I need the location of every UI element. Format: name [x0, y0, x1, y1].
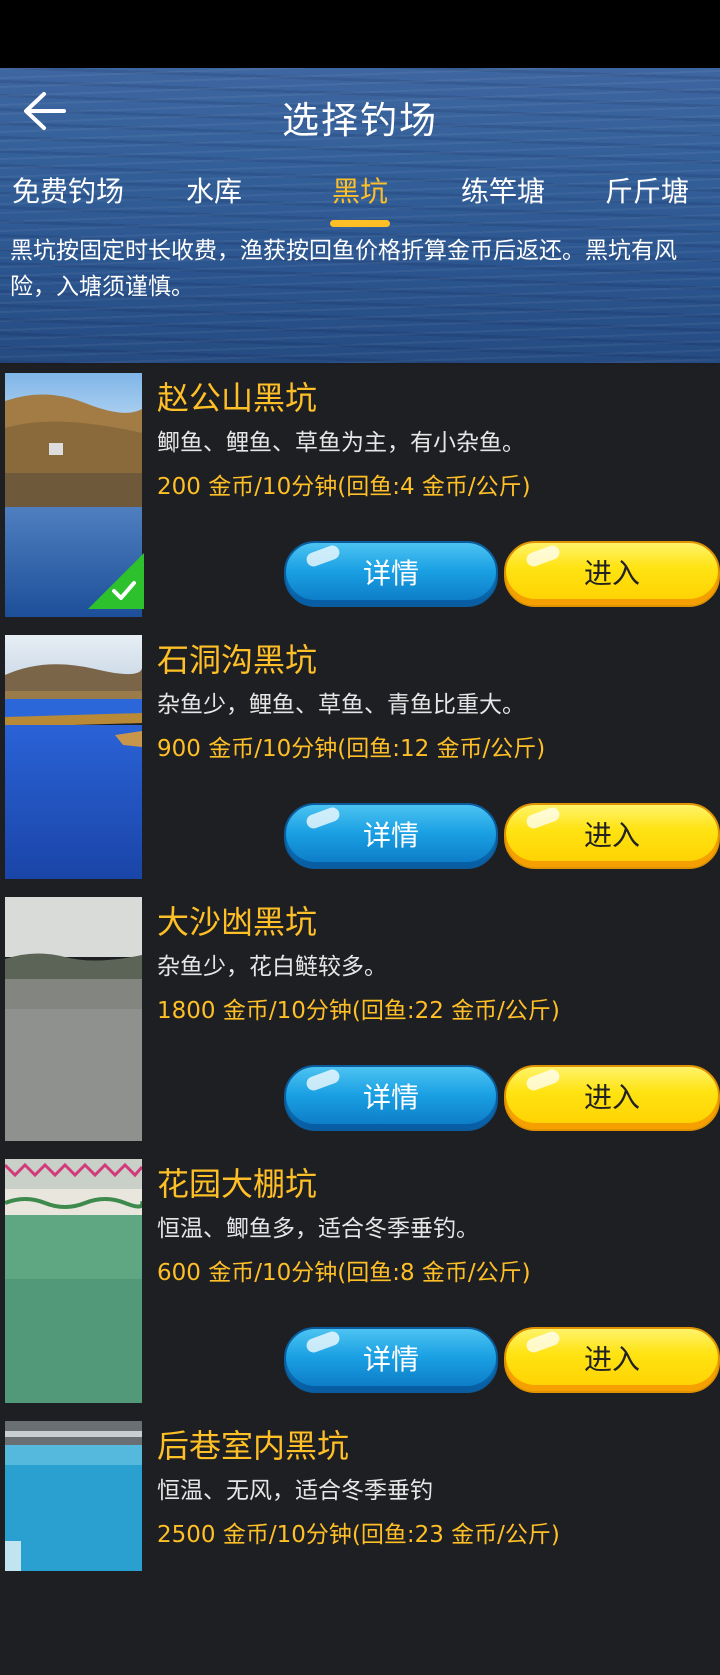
pond-description: 杂鱼少，花白鲢较多。 [157, 954, 387, 980]
pond-name: 大沙凼黑坑 [157, 903, 318, 941]
pond-card[interactable]: 赵公山黑坑 鲫鱼、鲤鱼、草鱼为主，有小杂鱼。 200 金币/10分钟(回鱼:4 … [0, 365, 720, 629]
tab-free-spots[interactable]: 免费钓场 [12, 170, 124, 210]
pond-name: 花园大棚坑 [157, 1165, 318, 1203]
pond-price: 900 金币/10分钟(回鱼:12 金币/公斤) [157, 736, 546, 762]
enter-button-label: 进入 [583, 819, 640, 852]
detail-button-label: 详情 [362, 1343, 419, 1376]
pond-price: 1800 金币/10分钟(回鱼:22 金币/公斤) [157, 998, 560, 1024]
enter-button[interactable]: 进入 [504, 541, 720, 607]
enter-button[interactable]: 进入 [504, 1065, 720, 1131]
detail-button-label: 详情 [362, 819, 419, 852]
pond-thumbnail [5, 1421, 142, 1571]
detail-button-label: 详情 [362, 1081, 419, 1114]
pond-card[interactable]: 后巷室内黑坑 恒温、无风，适合冬季垂钓 2500 金币/10分钟(回鱼:23 金… [0, 1413, 720, 1675]
pond-name: 石洞沟黑坑 [157, 641, 318, 679]
pond-name: 后巷室内黑坑 [157, 1427, 350, 1465]
active-tab-indicator [330, 220, 390, 227]
pond-thumbnail [5, 1159, 142, 1403]
pond-card[interactable]: 大沙凼黑坑 杂鱼少，花白鲢较多。 1800 金币/10分钟(回鱼:22 金币/公… [0, 889, 720, 1153]
status-bar [0, 0, 720, 68]
header: 选择钓场 免费钓场 水库 黑坑 练竿塘 斤斤塘 黑坑按固定时长收费，渔获按回鱼价… [0, 68, 720, 363]
tab-reservoir[interactable]: 水库 [186, 170, 242, 210]
enter-button-label: 进入 [583, 557, 640, 590]
page-title: 选择钓场 [282, 99, 438, 142]
detail-button[interactable]: 详情 [284, 541, 498, 607]
detail-button[interactable]: 详情 [284, 1327, 498, 1393]
selected-check-icon [88, 553, 144, 609]
pond-description: 恒温、鲫鱼多，适合冬季垂钓。 [157, 1216, 479, 1242]
notice-text: 黑坑按固定时长收费，渔获按回鱼价格折算金币后返还。黑坑有风险，入塘须谨慎。 [10, 238, 677, 300]
tab-practice-pond[interactable]: 练竿塘 [461, 170, 545, 210]
tab-black-pit[interactable]: 黑坑 [332, 170, 388, 210]
pond-card[interactable]: 石洞沟黑坑 杂鱼少，鲤鱼、草鱼、青鱼比重大。 900 金币/10分钟(回鱼:12… [0, 627, 720, 891]
detail-button-label: 详情 [362, 557, 419, 590]
pond-description: 鲫鱼、鲤鱼、草鱼为主，有小杂鱼。 [157, 430, 525, 456]
pond-description: 杂鱼少，鲤鱼、草鱼、青鱼比重大。 [157, 692, 525, 718]
pond-thumbnail [5, 897, 142, 1141]
tab-weigh-pond[interactable]: 斤斤塘 [605, 170, 689, 210]
pond-price: 200 金币/10分钟(回鱼:4 金币/公斤) [157, 474, 531, 500]
enter-button[interactable]: 进入 [504, 803, 720, 869]
pond-price: 2500 金币/10分钟(回鱼:23 金币/公斤) [157, 1522, 560, 1548]
pond-price: 600 金币/10分钟(回鱼:8 金币/公斤) [157, 1260, 531, 1286]
detail-button[interactable]: 详情 [284, 803, 498, 869]
enter-button-label: 进入 [583, 1081, 640, 1114]
pond-thumbnail [5, 635, 142, 879]
pond-name: 赵公山黑坑 [157, 379, 318, 417]
detail-button[interactable]: 详情 [284, 1065, 498, 1131]
enter-button[interactable]: 进入 [504, 1327, 720, 1393]
pond-description: 恒温、无风，适合冬季垂钓 [157, 1478, 433, 1504]
enter-button-label: 进入 [583, 1343, 640, 1376]
pond-card[interactable]: 花园大棚坑 恒温、鲫鱼多，适合冬季垂钓。 600 金币/10分钟(回鱼:8 金币… [0, 1151, 720, 1415]
